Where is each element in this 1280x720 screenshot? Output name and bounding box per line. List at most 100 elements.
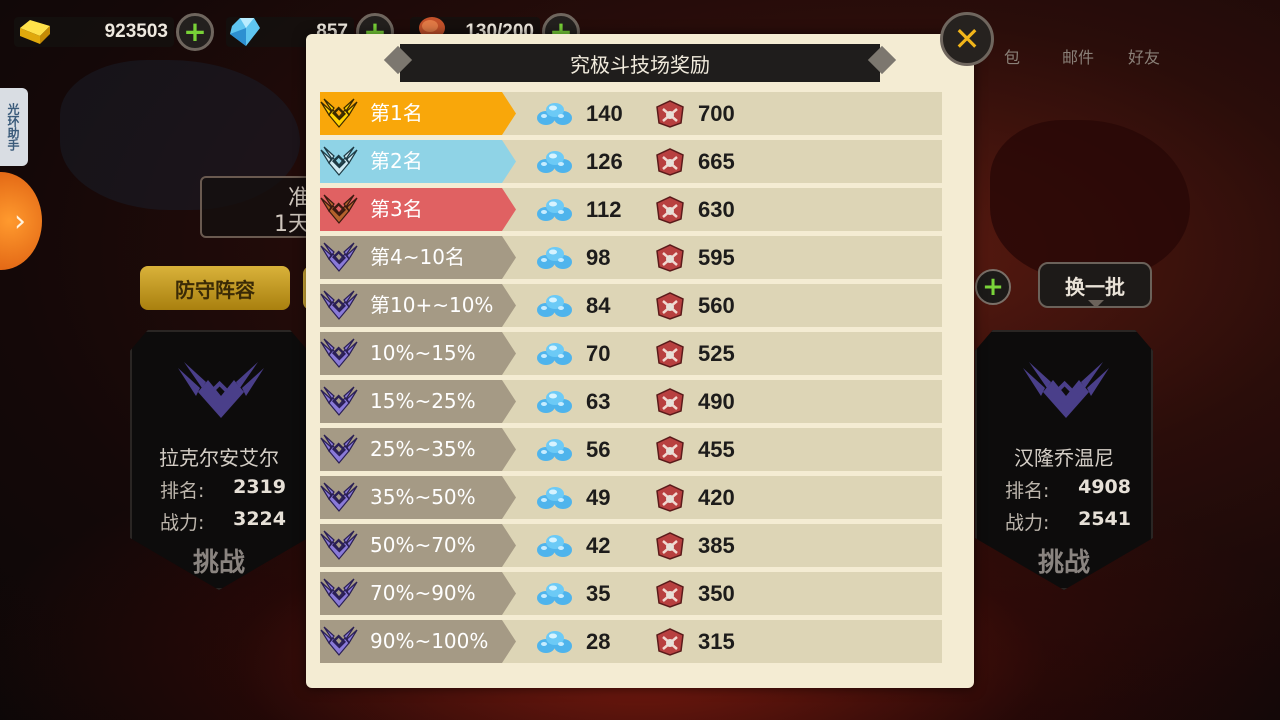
token-amount: 315 — [698, 628, 735, 654]
reward-row: 90%~100% 28 315 — [320, 620, 942, 663]
opponent-name: 汉隆乔温尼 — [1014, 446, 1114, 470]
power-label: 战力: — [1005, 512, 1050, 534]
background-shadow — [990, 120, 1190, 280]
diamond-cluster-icon — [537, 150, 572, 173]
opponent-name: 拉克尔安艾尔 — [159, 446, 279, 470]
rank-label: 35%~50% — [370, 485, 476, 509]
diamond-amount: 28 — [586, 628, 611, 654]
rank-label: 90%~100% — [370, 629, 489, 653]
token-reward: 420 — [654, 476, 735, 519]
diamond-amount: 63 — [586, 388, 611, 414]
helper-side-tab[interactable]: 光环助手 — [0, 88, 28, 166]
opponent-card[interactable]: 汉隆乔温尼 排名: 4908 战力: 2541 挑战 — [975, 330, 1153, 590]
diamond-cluster-icon — [537, 582, 572, 605]
rank-emblem-icon — [320, 98, 358, 128]
arena-token-icon — [656, 195, 684, 224]
diamond-cluster-icon — [537, 246, 572, 269]
token-reward: 455 — [654, 428, 735, 471]
diamond-reward: 112 — [536, 188, 622, 231]
token-reward: 385 — [654, 524, 735, 567]
friends-menu-item[interactable]: 好友 — [1118, 8, 1170, 68]
rank-tier-banner: 35%~50% — [320, 476, 516, 519]
arena-token-icon — [656, 531, 684, 560]
power-label: 战力: — [160, 512, 205, 534]
rank-tier-banner: 第10+~10% — [320, 284, 516, 327]
rank-value: 2319 — [233, 476, 286, 498]
token-reward: 630 — [654, 188, 735, 231]
reward-row: 50%~70% 42 385 — [320, 524, 942, 567]
reward-list: 第1名 140 700 第2名 126 665 第3名 112 630 第4~1… — [320, 92, 942, 668]
gold-bar-icon — [20, 20, 50, 44]
arena-token-icon — [656, 627, 684, 656]
close-icon: ✕ — [953, 20, 981, 58]
token-reward: 350 — [654, 572, 735, 615]
season-timer: 准 1天 — [200, 176, 320, 238]
rank-tier-banner: 90%~100% — [320, 620, 516, 663]
reward-row: 第4~10名 98 595 — [320, 236, 942, 279]
reward-row: 第10+~10% 84 560 — [320, 284, 942, 327]
rank-emblem-icon — [1023, 362, 1109, 418]
arena-token-icon — [656, 99, 684, 128]
rank-emblem-icon — [320, 146, 358, 176]
refresh-opponents-button[interactable]: 换一批 — [1038, 262, 1152, 308]
opponent-power-row: 战力: 3224 — [160, 508, 286, 535]
rank-label: 第4~10名 — [370, 245, 465, 269]
diamond-cluster-icon — [537, 342, 572, 365]
token-reward: 315 — [654, 620, 735, 663]
token-reward: 525 — [654, 332, 735, 375]
rank-label: 第2名 — [370, 149, 423, 173]
token-amount: 560 — [698, 292, 735, 318]
arena-token-icon — [656, 291, 684, 320]
rank-label: 第3名 — [370, 197, 423, 221]
power-value: 3224 — [233, 508, 286, 530]
rank-emblem-icon — [320, 482, 358, 512]
rank-tier-banner: 10%~15% — [320, 332, 516, 375]
opponent-card[interactable]: 拉克尔安艾尔 排名: 2319 战力: 3224 挑战 — [130, 330, 308, 590]
buy-gold-button[interactable]: + — [176, 13, 214, 51]
diamond-reward: 84 — [536, 284, 610, 327]
token-amount: 490 — [698, 388, 735, 414]
reward-row: 25%~35% 56 455 — [320, 428, 942, 471]
diamond-cluster-icon — [537, 102, 572, 125]
diamond-amount: 112 — [586, 196, 622, 222]
defense-lineup-button[interactable]: 防守阵容 — [140, 266, 290, 310]
diamond-reward: 56 — [536, 428, 610, 471]
arena-token-icon — [656, 483, 684, 512]
gold-amount: 923503 — [104, 21, 168, 42]
arena-token-icon — [656, 339, 684, 368]
rank-label: 70%~90% — [370, 581, 476, 605]
diamond-amount: 84 — [586, 292, 611, 318]
timer-line2: 1天 — [274, 212, 310, 237]
rank-emblem-icon — [320, 530, 358, 560]
rank-label: 排名: — [160, 480, 205, 502]
arena-rewards-modal: 究极斗技场奖励 第1名 140 700 第2名 126 665 第3名 112 … — [306, 34, 974, 688]
arena-token-icon — [656, 147, 684, 176]
arena-token-icon — [656, 435, 684, 464]
rank-label: 第10+~10% — [370, 293, 494, 317]
diamond-cluster-icon — [537, 198, 572, 221]
rank-emblem-icon — [320, 194, 358, 224]
diamond-reward: 98 — [536, 236, 610, 279]
reward-row: 15%~25% 63 490 — [320, 380, 942, 423]
gold-currency: 923503 + — [14, 13, 214, 51]
rank-label: 10%~15% — [370, 341, 476, 365]
opponent-power-row: 战力: 2541 — [1005, 508, 1131, 535]
token-amount: 595 — [698, 244, 735, 270]
token-reward: 560 — [654, 284, 735, 327]
diamond-reward: 63 — [536, 380, 610, 423]
opponent-rank-row: 排名: 4908 — [1005, 476, 1131, 503]
arena-token-icon — [656, 243, 684, 272]
token-reward: 700 — [654, 92, 735, 135]
rank-tier-banner: 70%~90% — [320, 572, 516, 615]
token-amount: 630 — [698, 196, 735, 222]
reward-row: 第2名 126 665 — [320, 140, 942, 183]
mail-menu-item[interactable]: 邮件 — [1052, 8, 1104, 68]
rank-tier-banner: 第1名 — [320, 92, 516, 135]
rank-label: 50%~70% — [370, 533, 476, 557]
close-button[interactable]: ✕ — [940, 12, 994, 66]
diamond-reward: 140 — [536, 92, 623, 135]
add-button[interactable]: + — [975, 269, 1011, 305]
reward-row: 第3名 112 630 — [320, 188, 942, 231]
diamond-reward: 126 — [536, 140, 623, 183]
opponent-rank-row: 排名: 2319 — [160, 476, 286, 503]
